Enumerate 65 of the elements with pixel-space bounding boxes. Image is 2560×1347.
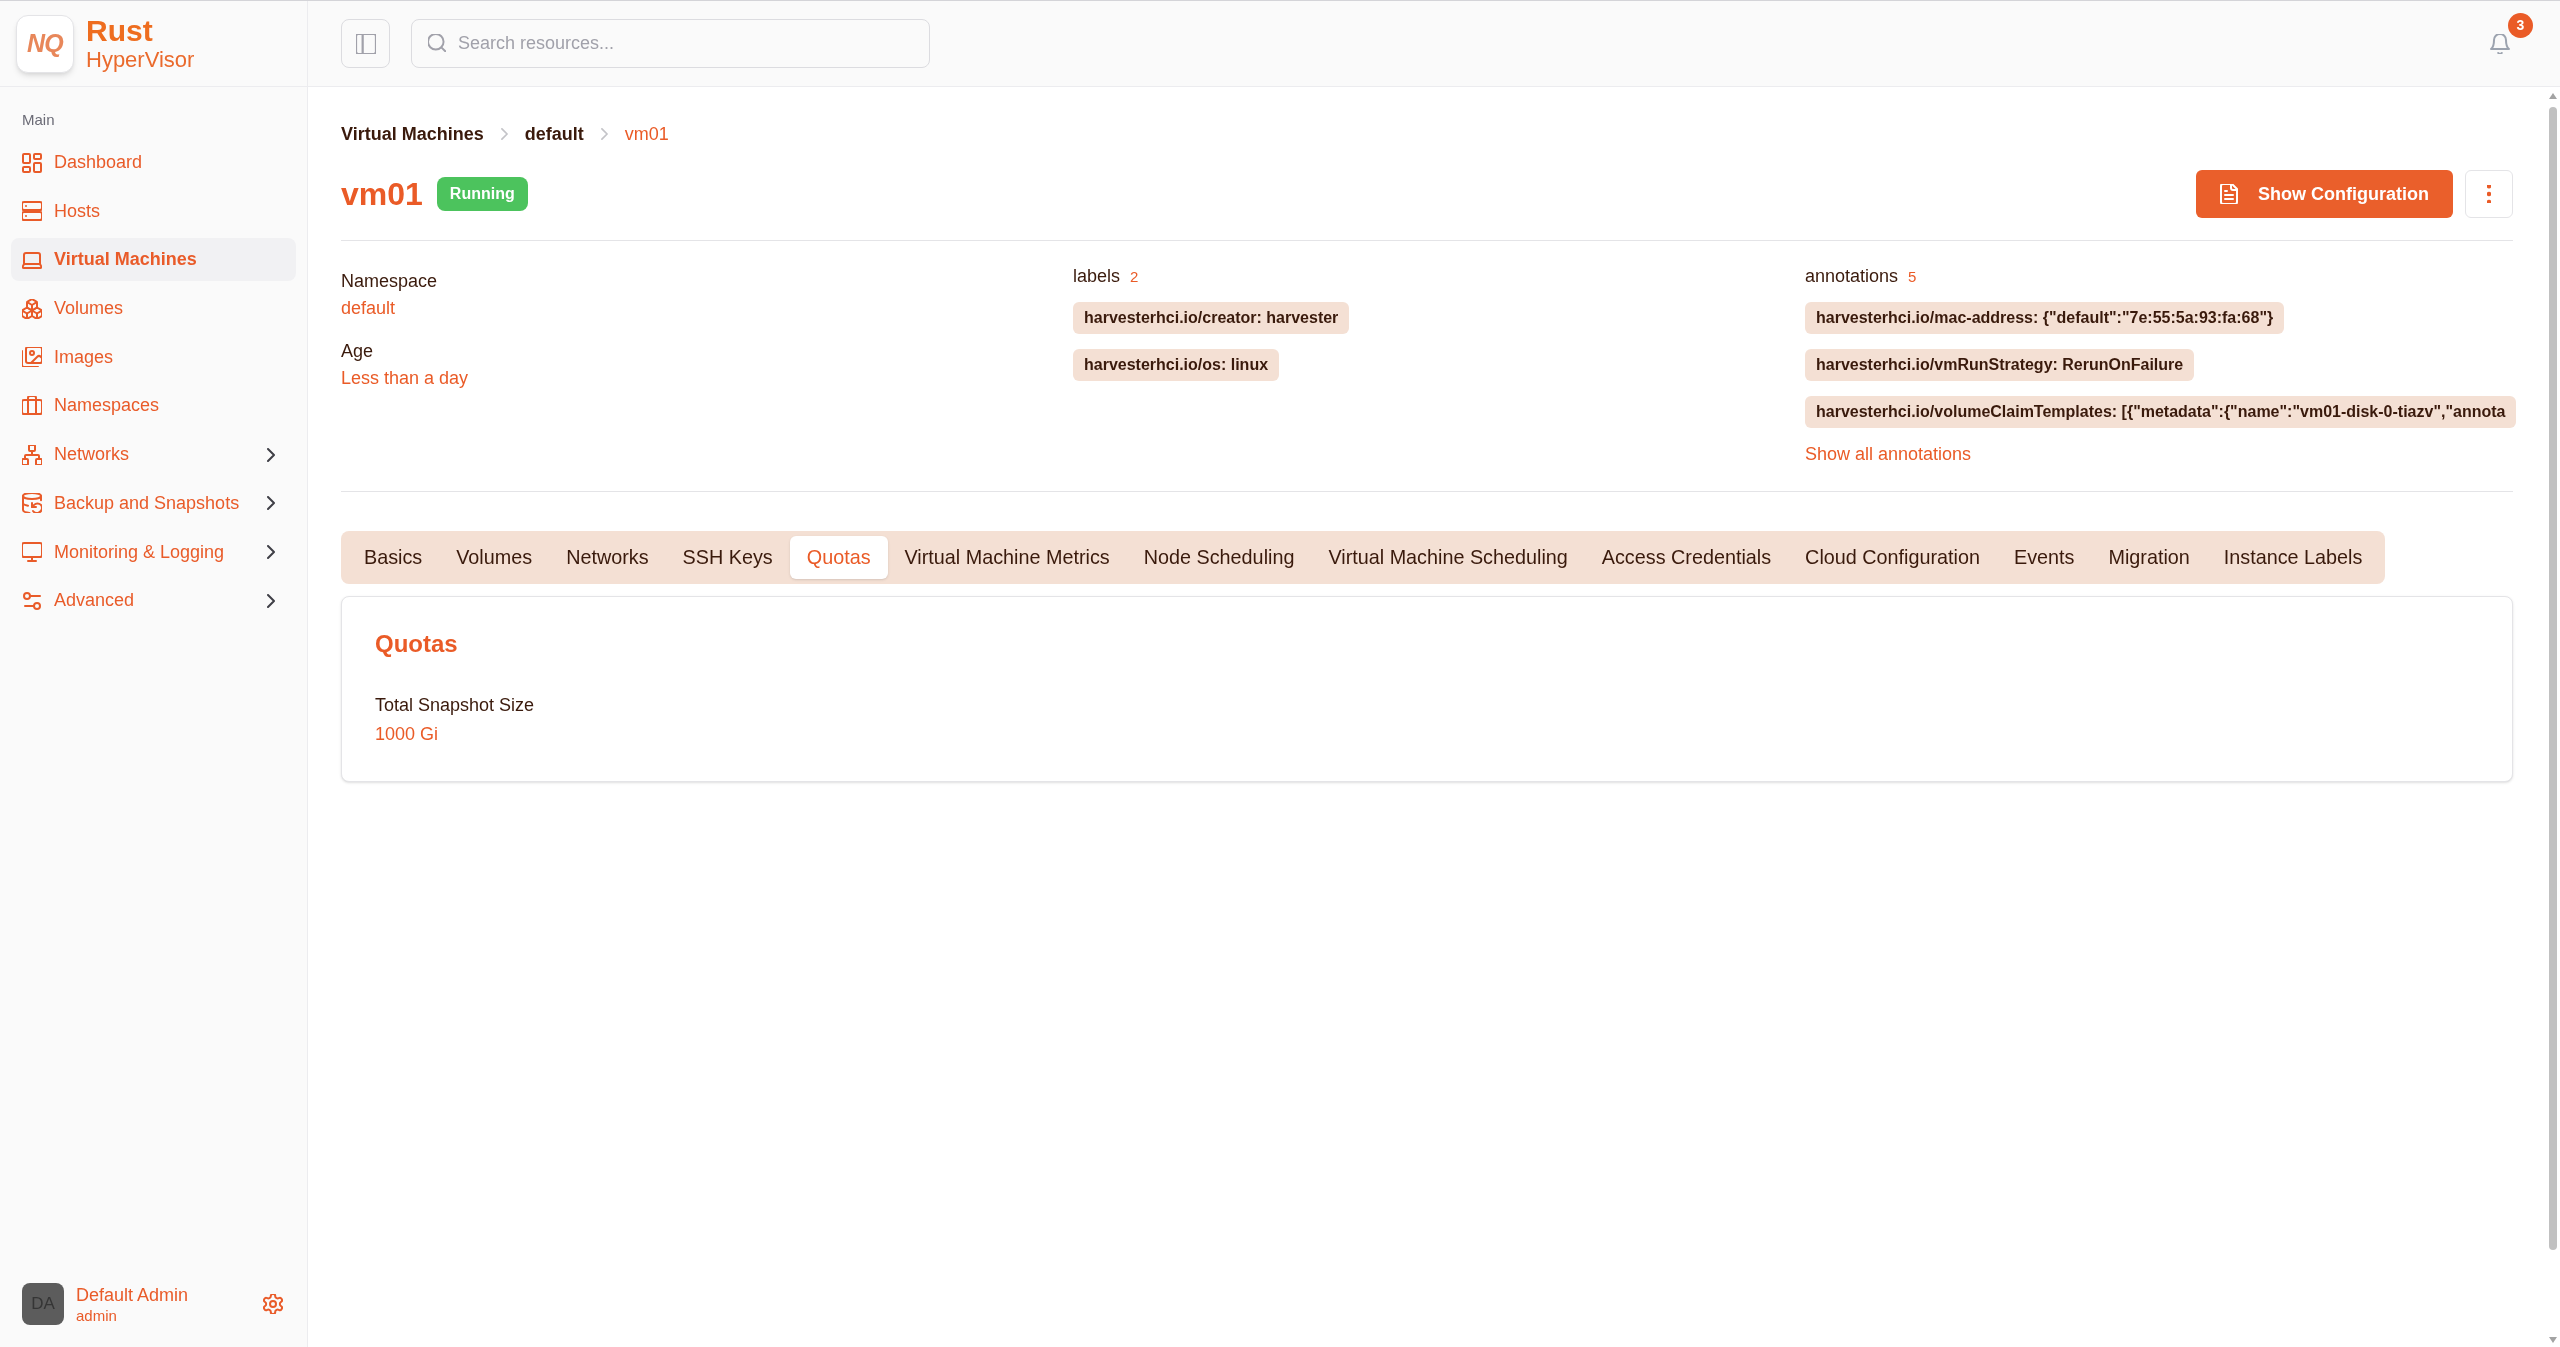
cubes-icon — [22, 298, 42, 319]
tab[interactable]: Cloud Configuration — [1788, 536, 1997, 579]
count-label: 5 — [1908, 267, 1917, 287]
more-options-button[interactable] — [2465, 170, 2513, 218]
section-title: labels — [1073, 265, 1121, 288]
notification-badge: 3 — [2508, 12, 2533, 38]
briefcase-icon — [22, 395, 42, 416]
tab[interactable]: Node Scheduling — [1126, 536, 1312, 579]
label-tag: harvesterhci.io/os: linux — [1073, 349, 1280, 381]
tab[interactable]: Basics — [347, 536, 440, 579]
breadcrumb-link[interactable]: Virtual Machines — [341, 121, 484, 147]
search-field[interactable]: Search resources... — [411, 19, 930, 68]
vertical-dots-icon — [2487, 185, 2491, 203]
field-value: 1000 Gi — [375, 723, 439, 746]
status-badge: Running — [436, 177, 528, 211]
panel-title: Quotas — [375, 629, 459, 659]
bell-icon[interactable] — [2490, 33, 2510, 54]
tab[interactable]: Access Credentials — [1584, 536, 1789, 579]
sliders-icon — [22, 590, 42, 611]
document-icon — [2220, 184, 2238, 204]
tab[interactable]: Virtual Machine Metrics — [887, 536, 1127, 579]
tab[interactable]: Migration — [2091, 536, 2207, 579]
breadcrumb-link[interactable]: default — [524, 121, 584, 147]
user-name: Default Admin — [76, 1283, 189, 1306]
tab[interactable]: Volumes — [439, 536, 550, 579]
chevron-right-icon — [600, 128, 608, 140]
sidebar-panel-icon — [355, 33, 376, 54]
section-title: annotations — [1805, 265, 1899, 288]
field-label: Namespace — [341, 270, 439, 293]
annotation-tag: harvesterhci.io/mac-address: {"default":"7e:55:5a:93:fa:68"} — [1805, 302, 2285, 334]
tab[interactable]: Virtual Machine Scheduling — [1311, 536, 1585, 579]
server-icon — [22, 201, 42, 222]
scroll-up-arrow-icon[interactable] — [2548, 93, 2557, 99]
field-label: Total Snapshot Size — [375, 694, 535, 717]
section-label: Main — [21, 110, 56, 130]
search-icon — [428, 34, 446, 52]
tab[interactable]: Instance Labels — [2206, 536, 2380, 579]
label-tag: harvesterhci.io/creator: harvester — [1073, 302, 1350, 334]
scrollbar-thumb[interactable] — [2548, 107, 2557, 1250]
field-value: Less than a day — [341, 367, 470, 390]
tab[interactable]: Quotas — [789, 536, 888, 579]
database-icon — [22, 493, 42, 514]
tab[interactable]: SSH Keys — [665, 536, 790, 579]
field-label: Age — [341, 340, 375, 363]
app-subtitle: HyperVisor — [86, 46, 195, 73]
logo-mark: NQ — [16, 14, 74, 73]
field-value: default — [341, 297, 397, 320]
user-role: admin — [76, 1305, 118, 1325]
network-icon — [22, 444, 42, 465]
dashboard-grid-icon — [22, 152, 42, 173]
page-title: vm01 — [341, 175, 423, 214]
app-name: Rust — [86, 14, 154, 47]
show-all-annotations-link[interactable]: Show all annotations — [1805, 441, 1972, 467]
monitor-icon — [22, 542, 42, 562]
tab[interactable]: Networks — [549, 536, 666, 579]
annotation-tag: harvesterhci.io/vmRunStrategy: RerunOnFailure — [1805, 349, 2195, 381]
settings-icon[interactable] — [263, 1294, 283, 1314]
scroll-down-arrow-icon[interactable] — [2548, 1337, 2557, 1343]
tab[interactable]: Events — [1996, 536, 2092, 579]
images-icon — [22, 347, 42, 368]
count-label: 2 — [1130, 267, 1139, 287]
sidebar-toggle-button[interactable] — [341, 19, 390, 68]
laptop-icon — [22, 249, 42, 270]
chevron-right-icon — [500, 128, 508, 140]
annotation-tag: harvesterhci.io/volumeClaimTemplates: [{"metadata":{"name":"vm01-disk-0-tiazv","annota — [1805, 396, 2517, 428]
